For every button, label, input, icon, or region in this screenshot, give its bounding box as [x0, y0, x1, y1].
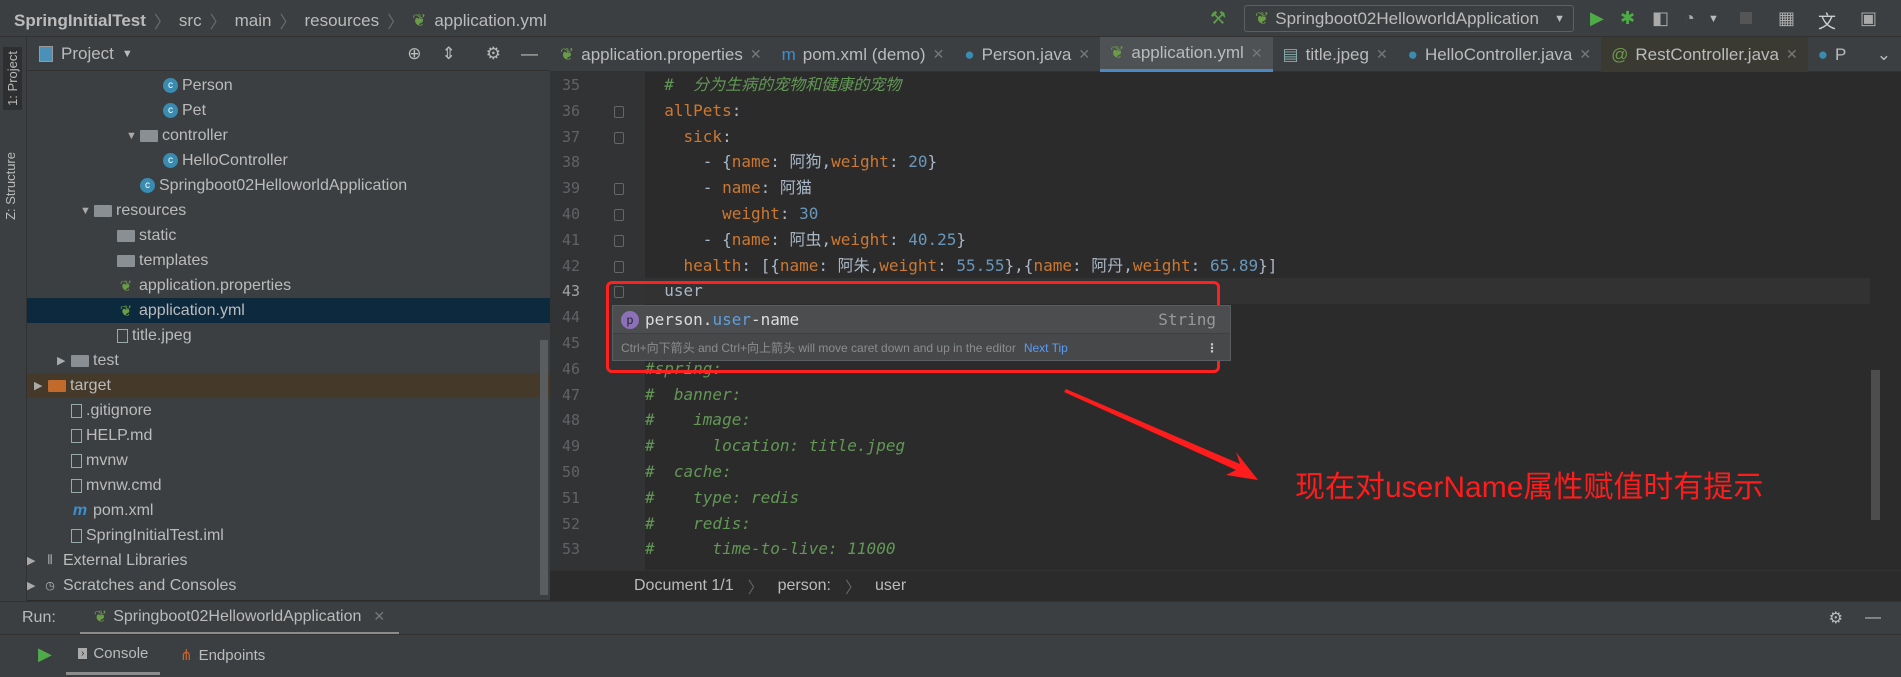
endpoints-icon: ⋔ — [180, 647, 193, 664]
hide-icon[interactable]: — — [1865, 609, 1881, 627]
structure-breadcrumb: Document 1/1 〉 person: 〉 user — [550, 570, 1901, 601]
annotation-text: 现在对userName属性赋值时有提示 — [1295, 471, 1764, 504]
rerun-icon[interactable]: ▶ — [38, 644, 52, 665]
console-tab[interactable]: › Console — [66, 635, 161, 675]
console-tab-label: Console — [93, 645, 149, 662]
run-label: Run: — [22, 609, 56, 626]
gear-icon[interactable]: ⚙ — [1829, 608, 1843, 628]
doc-crumb-person[interactable]: person: — [778, 577, 831, 595]
run-tab[interactable]: ❦ Springboot02HelloworldApplication ✕ — [79, 602, 400, 635]
endpoints-tab-label: Endpoints — [198, 646, 266, 664]
run-tool-window-header: Run: ❦ Springboot02HelloworldApplication… — [0, 601, 1901, 635]
run-tab-label: Springboot02HelloworldApplication — [113, 607, 362, 625]
console-icon: › — [78, 648, 88, 659]
endpoints-tab[interactable]: ⋔ Endpoints — [180, 635, 265, 675]
run-subtabs: ▶ › Console ⋔ Endpoints — [0, 634, 1901, 677]
doc-crumb-document[interactable]: Document 1/1 — [634, 577, 734, 595]
arrow-shape — [1064, 389, 1258, 480]
doc-crumb-user[interactable]: user — [875, 577, 906, 595]
spring-icon: ❦ — [93, 608, 108, 626]
close-icon[interactable]: ✕ — [373, 608, 385, 625]
